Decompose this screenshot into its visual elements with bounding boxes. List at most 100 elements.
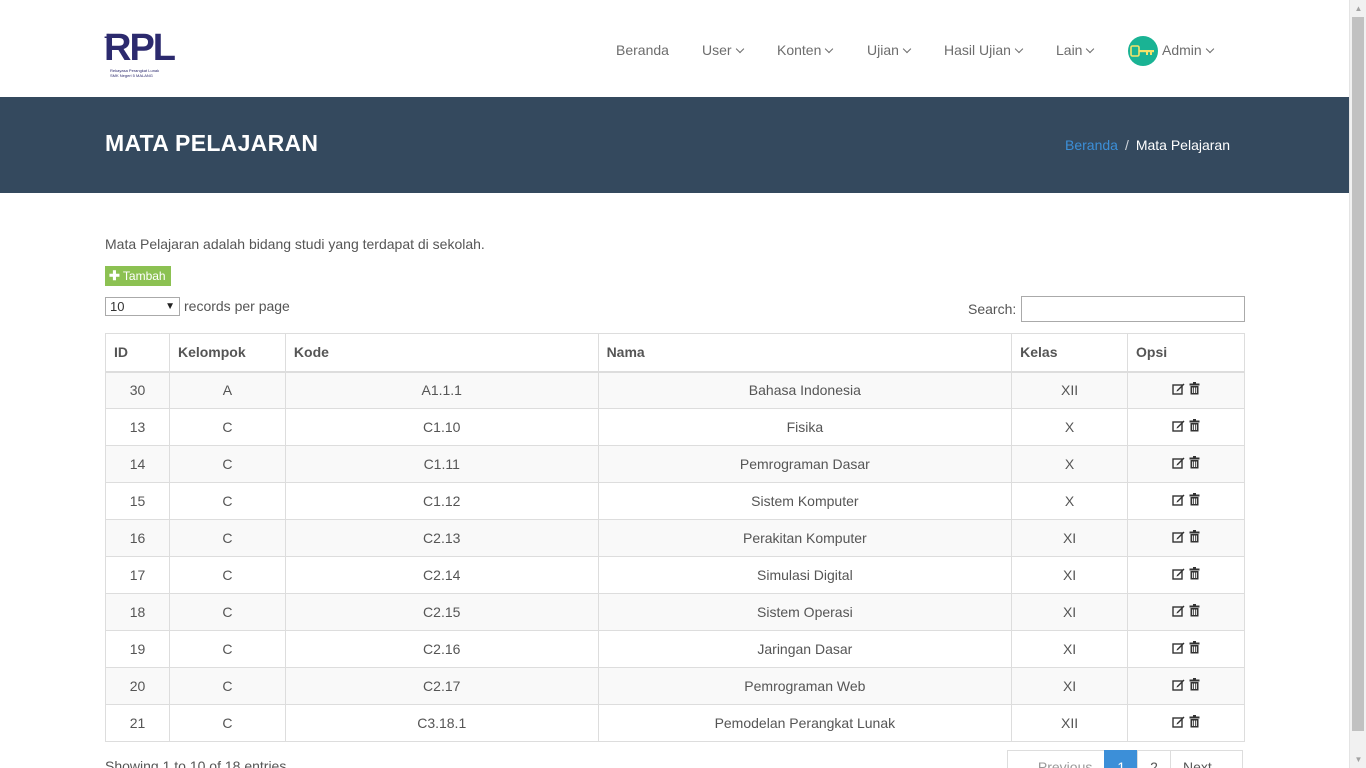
cell-nama: Fisika xyxy=(597,408,1013,446)
cell-opsi xyxy=(1127,593,1245,631)
cell-opsi xyxy=(1127,445,1245,483)
logo-line-2: SMK Negeri 5 MALANG xyxy=(110,73,153,78)
pagination: ← Previous 1 2 Next → xyxy=(1007,750,1243,768)
cell-kelas: XI xyxy=(1011,519,1129,557)
cell-kode: C1.11 xyxy=(284,445,599,483)
cell-id: 14 xyxy=(105,445,170,483)
dropdown-arrow-icon: ▼ xyxy=(165,301,175,312)
page-1-button[interactable]: 1 xyxy=(1104,750,1139,768)
edit-icon[interactable] xyxy=(1172,530,1185,543)
cell-nama: Pemrograman Dasar xyxy=(597,445,1013,483)
user-avatar[interactable] xyxy=(1128,36,1158,66)
column-header-kode[interactable]: Kode xyxy=(284,333,599,373)
trash-icon[interactable] xyxy=(1189,641,1200,654)
edit-icon[interactable] xyxy=(1172,604,1185,617)
cell-id: 19 xyxy=(105,630,170,668)
nav-beranda[interactable]: Beranda xyxy=(616,40,669,60)
records-per-page-select[interactable]: 10 ▼ xyxy=(105,297,180,316)
cell-kode: C2.13 xyxy=(284,519,599,557)
nav-konten[interactable]: Konten xyxy=(777,40,834,60)
previous-page-button[interactable]: ← Previous xyxy=(1007,750,1106,768)
cell-kelompok: C xyxy=(168,630,286,668)
cell-id: 15 xyxy=(105,482,170,520)
column-header-id[interactable]: ID xyxy=(105,333,170,373)
plus-icon: ✚ xyxy=(109,268,120,283)
breadcrumb: Beranda / Mata Pelajaran xyxy=(1065,137,1230,153)
column-header-nama[interactable]: Nama xyxy=(597,333,1013,373)
cell-kode: C2.15 xyxy=(284,593,599,631)
chevron-down-icon xyxy=(825,44,834,54)
cell-kelompok: C xyxy=(168,445,286,483)
trash-icon[interactable] xyxy=(1189,530,1200,543)
edit-icon[interactable] xyxy=(1172,715,1185,728)
trash-icon[interactable] xyxy=(1189,715,1200,728)
nav-label: User xyxy=(702,42,732,58)
scroll-up-arrow-icon[interactable]: ▲ xyxy=(1350,0,1366,17)
edit-icon[interactable] xyxy=(1172,493,1185,506)
trash-icon[interactable] xyxy=(1189,382,1200,395)
chevron-down-icon xyxy=(1205,44,1214,54)
cell-id: 30 xyxy=(105,371,170,409)
cell-kelompok: C xyxy=(168,482,286,520)
cell-kelas: X xyxy=(1011,408,1129,446)
nav-label: Admin xyxy=(1162,42,1202,58)
key-icon xyxy=(1130,45,1154,57)
trash-icon[interactable] xyxy=(1189,456,1200,469)
page-2-button[interactable]: 2 xyxy=(1137,750,1171,768)
breadcrumb-separator: / xyxy=(1124,137,1129,153)
add-button[interactable]: ✚ Tambah xyxy=(105,266,171,286)
cell-kode: C1.10 xyxy=(284,408,599,446)
logo-text: RPL xyxy=(104,27,176,69)
edit-icon[interactable] xyxy=(1172,456,1185,469)
vertical-scrollbar[interactable]: ▲ ▼ xyxy=(1349,0,1366,768)
cell-opsi xyxy=(1127,667,1245,705)
rpl-logo[interactable]: + RPL Rekayasa Perangkat Lunak SMK Neger… xyxy=(104,28,176,80)
table-row: 21 C C3.18.1 Pemodelan Perangkat Lunak XII xyxy=(105,704,1245,742)
nav-label: Beranda xyxy=(616,42,669,58)
trash-icon[interactable] xyxy=(1189,493,1200,506)
cell-kelas: XII xyxy=(1011,704,1129,742)
nav-ujian[interactable]: Ujian xyxy=(867,40,912,60)
column-header-kelompok[interactable]: Kelompok xyxy=(168,333,286,373)
cell-id: 16 xyxy=(105,519,170,557)
scroll-down-arrow-icon[interactable]: ▼ xyxy=(1350,751,1366,768)
cell-id: 18 xyxy=(105,593,170,631)
cell-opsi xyxy=(1127,630,1245,668)
scrollbar-thumb[interactable] xyxy=(1352,17,1364,731)
table-row: 30 A A1.1.1 Bahasa Indonesia XII xyxy=(105,371,1245,409)
cell-id: 21 xyxy=(105,704,170,742)
edit-icon[interactable] xyxy=(1172,567,1185,580)
search-input[interactable] xyxy=(1021,296,1245,322)
trash-icon[interactable] xyxy=(1189,678,1200,691)
top-navbar: + RPL Rekayasa Perangkat Lunak SMK Neger… xyxy=(0,0,1349,97)
trash-icon[interactable] xyxy=(1189,567,1200,580)
breadcrumb-home-link[interactable]: Beranda xyxy=(1065,137,1118,153)
edit-icon[interactable] xyxy=(1172,678,1185,691)
cell-kode: C2.17 xyxy=(284,667,599,705)
edit-icon[interactable] xyxy=(1172,382,1185,395)
column-header-kelas[interactable]: Kelas xyxy=(1011,333,1129,373)
trash-icon[interactable] xyxy=(1189,419,1200,432)
cell-kode: C1.12 xyxy=(284,482,599,520)
cell-kelas: XI xyxy=(1011,593,1129,631)
table-row: 19 C C2.16 Jaringan Dasar XI xyxy=(105,630,1245,668)
cell-kode: C3.18.1 xyxy=(284,704,599,742)
cell-kode: C2.16 xyxy=(284,630,599,668)
edit-icon[interactable] xyxy=(1172,641,1185,654)
nav-lain[interactable]: Lain xyxy=(1056,40,1095,60)
records-per-page-label: records per page xyxy=(184,298,290,314)
table-row: 15 C C1.12 Sistem Komputer X xyxy=(105,482,1245,520)
trash-icon[interactable] xyxy=(1189,604,1200,617)
cell-id: 13 xyxy=(105,408,170,446)
title-band: MATA PELAJARAN Beranda / Mata Pelajaran xyxy=(0,97,1349,193)
table-row: 20 C C2.17 Pemrograman Web XI xyxy=(105,667,1245,705)
records-per-page-value: 10 xyxy=(110,299,125,314)
edit-icon[interactable] xyxy=(1172,419,1185,432)
nav-user[interactable]: User xyxy=(702,40,744,60)
next-page-button[interactable]: Next → xyxy=(1169,750,1243,768)
nav-label: Konten xyxy=(777,42,822,58)
nav-admin[interactable]: Admin xyxy=(1162,40,1214,60)
nav-hasil-ujian[interactable]: Hasil Ujian xyxy=(944,40,1024,60)
table-row: 18 C C2.15 Sistem Operasi XI xyxy=(105,593,1245,631)
table-row: 14 C C1.11 Pemrograman Dasar X xyxy=(105,445,1245,483)
